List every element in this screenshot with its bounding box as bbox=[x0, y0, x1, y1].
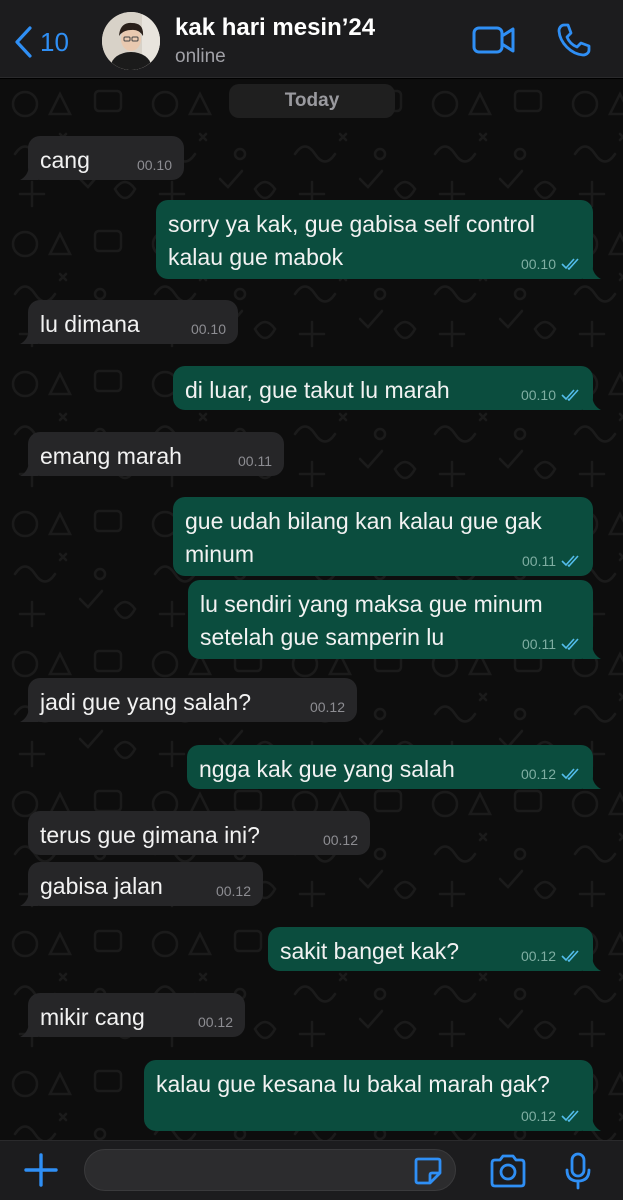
bubble-tail bbox=[583, 396, 601, 410]
bubble-tail bbox=[20, 330, 38, 344]
incoming-message[interactable]: lu dimana 00.10 bbox=[20, 300, 238, 344]
message-text: kalau gue kesana lu bakal marah gak? bbox=[156, 1071, 550, 1097]
plus-icon[interactable] bbox=[22, 1151, 60, 1189]
double-check-icon bbox=[561, 950, 579, 962]
message-time: 00.10 bbox=[190, 321, 226, 337]
bubble-tail bbox=[20, 1023, 38, 1037]
bubble-tail bbox=[583, 1117, 601, 1131]
composer-bar bbox=[0, 1140, 623, 1200]
microphone-icon[interactable] bbox=[563, 1151, 593, 1191]
message-meta: 00.11 bbox=[522, 553, 581, 569]
unread-count: 10 bbox=[40, 26, 69, 57]
outgoing-message[interactable]: gue udah bilang kan kalau gue gak minum 00… bbox=[173, 497, 593, 576]
date-separator: Today bbox=[229, 84, 395, 118]
double-check-icon bbox=[561, 1110, 579, 1122]
message-text: sorry ya kak, gue gabisa self control bbox=[168, 211, 535, 237]
chat-header: 10 kak hari mesin’24 online bbox=[0, 0, 623, 78]
message-text: minum bbox=[185, 541, 255, 567]
bubble-tail bbox=[20, 892, 38, 906]
incoming-message[interactable]: terus gue gimana ini? 00.12 bbox=[28, 811, 370, 855]
double-check-icon bbox=[561, 638, 579, 650]
message-text: di luar, gue takut lu marah bbox=[185, 377, 450, 403]
camera-icon[interactable] bbox=[488, 1153, 528, 1189]
message-meta: 00.12 bbox=[521, 766, 581, 782]
bubble-tail bbox=[583, 645, 601, 659]
message-text: kalau gue mabok bbox=[168, 244, 344, 270]
incoming-message[interactable]: cang 00.10 bbox=[20, 136, 184, 180]
message-text: emang marah bbox=[40, 443, 182, 469]
message-meta: 00.12 bbox=[323, 832, 358, 848]
sticker-icon[interactable] bbox=[412, 1155, 444, 1187]
avatar[interactable] bbox=[102, 12, 160, 70]
bubble-tail bbox=[583, 265, 601, 279]
chevron-left-icon bbox=[15, 26, 32, 58]
message-meta: 00.12 bbox=[521, 948, 581, 964]
outgoing-message[interactable]: sorry ya kak, gue gabisa self control kal… bbox=[156, 200, 601, 279]
message-time: 00.11 bbox=[238, 453, 272, 469]
message-time: 00.10 bbox=[520, 256, 556, 272]
message-time: 00.11 bbox=[522, 636, 556, 652]
message-meta: 00.12 bbox=[310, 699, 345, 715]
double-check-icon bbox=[561, 555, 579, 567]
message-meta: 00.10 bbox=[137, 157, 172, 173]
message-time: 00.12 bbox=[197, 1014, 233, 1030]
bubble-tail bbox=[20, 708, 38, 722]
message-meta: 00.10 bbox=[521, 256, 581, 272]
message-meta: 00.11 bbox=[238, 453, 272, 469]
back-button[interactable]: 10 bbox=[12, 24, 69, 60]
bubble-tail bbox=[583, 775, 601, 789]
message-time: 00.10 bbox=[520, 387, 556, 403]
message-time: 00.11 bbox=[522, 553, 556, 569]
outgoing-message[interactable]: di luar, gue takut lu marah 00.10 bbox=[173, 366, 601, 410]
message-input[interactable] bbox=[84, 1149, 456, 1191]
message-meta: 00.11 bbox=[522, 636, 581, 652]
message-meta: 00.12 bbox=[198, 1014, 233, 1030]
message-time: 00.10 bbox=[136, 157, 172, 173]
video-camera-icon[interactable] bbox=[472, 22, 516, 58]
phone-icon[interactable] bbox=[556, 22, 592, 58]
message-text: jadi gue yang salah? bbox=[40, 689, 251, 715]
incoming-message[interactable]: emang marah 00.11 bbox=[20, 432, 284, 476]
message-meta: 00.12 bbox=[216, 883, 251, 899]
message-meta: 00.10 bbox=[521, 387, 581, 403]
message-time: 00.12 bbox=[520, 948, 556, 964]
message-time: 00.12 bbox=[215, 883, 251, 899]
bubble-tail bbox=[583, 957, 601, 971]
outgoing-message[interactable]: kalau gue kesana lu bakal marah gak? 00.1… bbox=[144, 1060, 601, 1131]
message-text: gue udah bilang kan kalau gue gak bbox=[185, 508, 542, 534]
outgoing-message[interactable]: sakit banget kak? 00.12 bbox=[268, 927, 601, 971]
message-time: 00.12 bbox=[322, 832, 358, 848]
avatar-image bbox=[102, 12, 160, 70]
bubble-tail bbox=[20, 462, 38, 476]
outgoing-message[interactable]: ngga kak gue yang salah 00.12 bbox=[187, 745, 601, 789]
message-text: lu sendiri yang maksa gue minum bbox=[200, 591, 543, 617]
double-check-icon bbox=[561, 258, 579, 270]
incoming-message[interactable]: gabisa jalan 00.12 bbox=[20, 862, 263, 906]
bubble-tail bbox=[20, 166, 38, 180]
contact-status: online bbox=[175, 46, 226, 67]
message-meta: 00.12 bbox=[521, 1108, 581, 1124]
message-time: 00.12 bbox=[309, 699, 345, 715]
incoming-message[interactable]: mikir cang 00.12 bbox=[20, 993, 245, 1037]
double-check-icon bbox=[561, 768, 579, 780]
message-list[interactable]: Today cang 00.10 sorry ya kak, gue gabisa … bbox=[0, 79, 623, 1140]
message-meta: 00.10 bbox=[191, 321, 226, 337]
double-check-icon bbox=[561, 389, 579, 401]
message-time: 00.12 bbox=[520, 766, 556, 782]
outgoing-message[interactable]: lu sendiri yang maksa gue minum setelah g… bbox=[188, 580, 601, 659]
message-time: 00.12 bbox=[520, 1108, 556, 1124]
message-text: terus gue gimana ini? bbox=[40, 822, 260, 848]
contact-name[interactable]: kak hari mesin’24 bbox=[175, 14, 375, 42]
incoming-message[interactable]: jadi gue yang salah? 00.12 bbox=[20, 678, 357, 722]
